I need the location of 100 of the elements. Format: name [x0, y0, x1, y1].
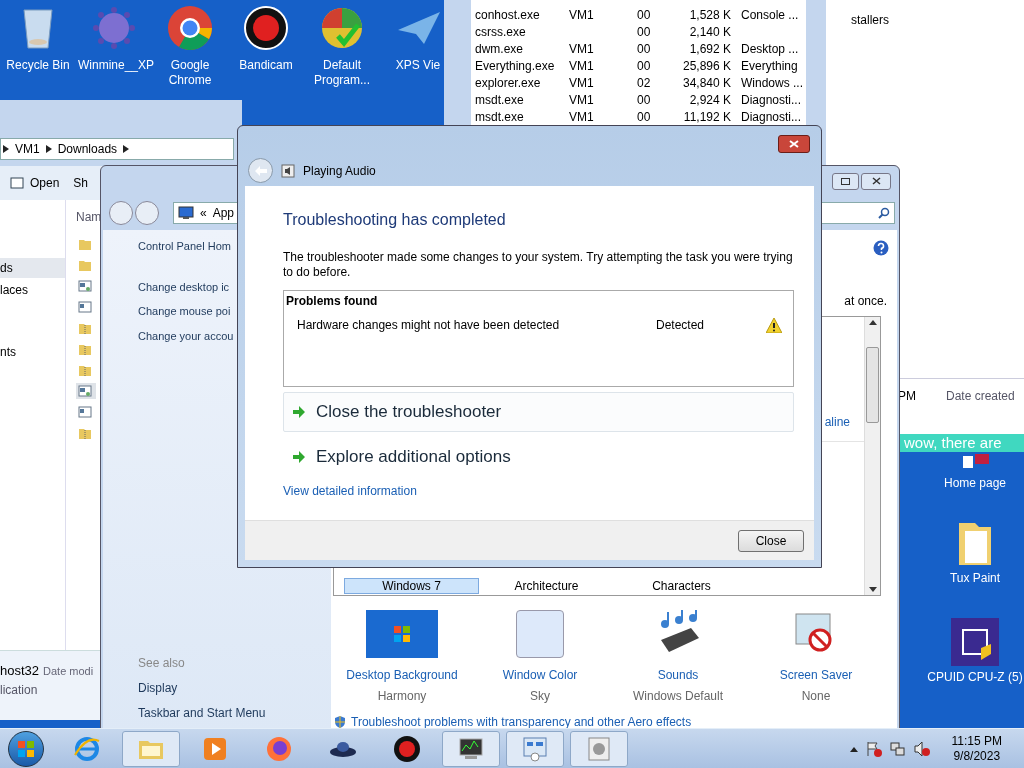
- back-button[interactable]: [109, 201, 133, 225]
- memory-usage: 25,896 K: [681, 57, 731, 75]
- desktop-icon-label[interactable]: Home page: [927, 476, 1023, 491]
- scrollbar[interactable]: [864, 317, 880, 595]
- chevron-right-icon: [3, 145, 9, 153]
- memory-usage: 2,140 K: [688, 23, 731, 41]
- theme-item[interactable]: Windows 7: [344, 578, 479, 594]
- show-hidden-icons-icon[interactable]: [849, 745, 858, 752]
- window-icon: [78, 300, 92, 314]
- folder-icon: [78, 258, 92, 272]
- flag-icon[interactable]: [865, 740, 882, 757]
- column-header: Date created: [946, 388, 1015, 405]
- process-description: Console ...: [741, 6, 799, 24]
- toolbar-button[interactable]: Sh: [73, 174, 89, 192]
- column-header: Nam: [76, 209, 102, 226]
- process-name: msdt.exe: [475, 91, 525, 109]
- user-name: VM1: [569, 40, 595, 58]
- nav-item[interactable]: ds: [0, 258, 65, 278]
- setting-link[interactable]: Sounds: [657, 666, 699, 684]
- theme-item[interactable]: Characters: [614, 578, 749, 594]
- user-name: VM1: [569, 57, 595, 75]
- memory-usage: 34,840 K: [681, 74, 731, 92]
- banner-text: wow, there are: [903, 434, 1002, 451]
- setting-value: Sky: [530, 688, 550, 705]
- task-link[interactable]: Display: [138, 679, 331, 697]
- chip-icon: [951, 618, 999, 666]
- setting-link[interactable]: Screen Saver: [779, 666, 853, 684]
- file-type: lication: [0, 681, 38, 699]
- spiky-ball-icon: [90, 4, 138, 52]
- zip-folder-icon: [78, 342, 92, 356]
- memory-usage: 1,528 K: [688, 6, 731, 24]
- cpu-usage: 00: [637, 40, 652, 58]
- description-text: at once.: [844, 293, 887, 310]
- online-themes-link[interactable]: aline: [824, 413, 850, 431]
- troubleshoot-link[interactable]: Troubleshoot problems with transparency and other Aero effects: [351, 713, 692, 731]
- command-link[interactable]: Explore additional options: [283, 437, 794, 477]
- dialog-message: The troubleshooter made some changes to your system. Try attempting the task you were trying to do before.: [283, 250, 794, 280]
- process-name: explorer.exe: [475, 74, 542, 92]
- arrow-icon: [292, 405, 306, 419]
- speaker-icon: [281, 163, 295, 178]
- taskbar-button[interactable]: [442, 730, 500, 767]
- breadcrumb-item[interactable]: App: [212, 204, 235, 222]
- help-icon[interactable]: [873, 240, 889, 256]
- setting-link[interactable]: Desktop Background: [346, 666, 458, 684]
- desktop-icon-label[interactable]: Google Chrome: [154, 58, 226, 88]
- desktop-icon-label[interactable]: Bandicam: [239, 58, 293, 73]
- close-button[interactable]: [778, 135, 810, 153]
- desktop-icon-label[interactable]: Recycle Bin: [6, 58, 70, 73]
- nav-item[interactable]: laces: [0, 280, 65, 300]
- arrow-icon: [292, 450, 306, 464]
- cpu-usage: 00: [637, 108, 652, 126]
- desktop-icon-label[interactable]: CPUID CPU-Z (5): [927, 670, 1023, 685]
- user-name: VM1: [569, 74, 595, 92]
- process-description: Diagnosti...: [741, 91, 802, 109]
- window-icon: [78, 405, 92, 419]
- network-icon[interactable]: [889, 740, 906, 757]
- command-link[interactable]: Close the troubleshooter: [283, 392, 794, 432]
- cpu-usage: 00: [637, 23, 652, 41]
- file-name: host32: [0, 662, 40, 680]
- setting-link[interactable]: Window Color: [502, 666, 578, 684]
- process-description: Windows ...: [741, 74, 803, 92]
- breadcrumb-overflow[interactable]: «: [200, 204, 207, 222]
- desktop-icon-label[interactable]: XPS Vie: [395, 58, 441, 73]
- desktop-icon-label[interactable]: Default Program...: [306, 58, 378, 88]
- open-button[interactable]: Open: [10, 174, 60, 192]
- clock[interactable]: 11:15 PM 9/8/2023: [951, 733, 1002, 764]
- maximize-icon: [841, 177, 850, 185]
- zip-folder-icon: [78, 321, 92, 335]
- muted-speaker-icon[interactable]: [913, 740, 930, 757]
- user-name: VM1: [569, 91, 595, 109]
- maximize-button[interactable]: [832, 172, 859, 190]
- zip-folder-icon: [78, 426, 92, 440]
- close-button[interactable]: Close: [738, 529, 804, 552]
- file-row[interactable]: [76, 383, 96, 399]
- cpu-usage: 00: [637, 91, 652, 109]
- start-button[interactable]: [8, 730, 44, 767]
- zip-folder-icon: [78, 363, 92, 377]
- program-icon: [78, 279, 92, 293]
- program-icon: [10, 176, 24, 190]
- breadcrumb-item[interactable]: Downloads: [57, 140, 118, 158]
- setting-value: None: [801, 688, 831, 705]
- breadcrumb-item[interactable]: VM1: [15, 140, 40, 158]
- problems-heading: Problems found: [286, 293, 379, 310]
- theme-item[interactable]: Architecture: [479, 578, 614, 594]
- cpu-usage: 00: [637, 6, 652, 24]
- scroll-thumb[interactable]: [866, 347, 879, 423]
- forward-button[interactable]: [135, 201, 159, 225]
- dialog-heading: Troubleshooting has completed: [283, 210, 507, 230]
- back-button[interactable]: [248, 158, 273, 183]
- task-link[interactable]: Taskbar and Start Menu: [138, 704, 331, 722]
- section-heading: See also: [138, 655, 186, 672]
- desktop-icon-label[interactable]: Tux Paint: [927, 571, 1023, 586]
- clock-date: 9/8/2023: [953, 748, 1001, 764]
- details-link[interactable]: View detailed information: [283, 482, 417, 500]
- nav-item[interactable]: nts: [0, 342, 65, 362]
- close-button[interactable]: [861, 172, 891, 190]
- browser-e-icon: [73, 734, 101, 763]
- back-arrow-icon: [254, 165, 267, 176]
- program-icon: [78, 384, 92, 398]
- problem-status: Detected: [656, 317, 706, 334]
